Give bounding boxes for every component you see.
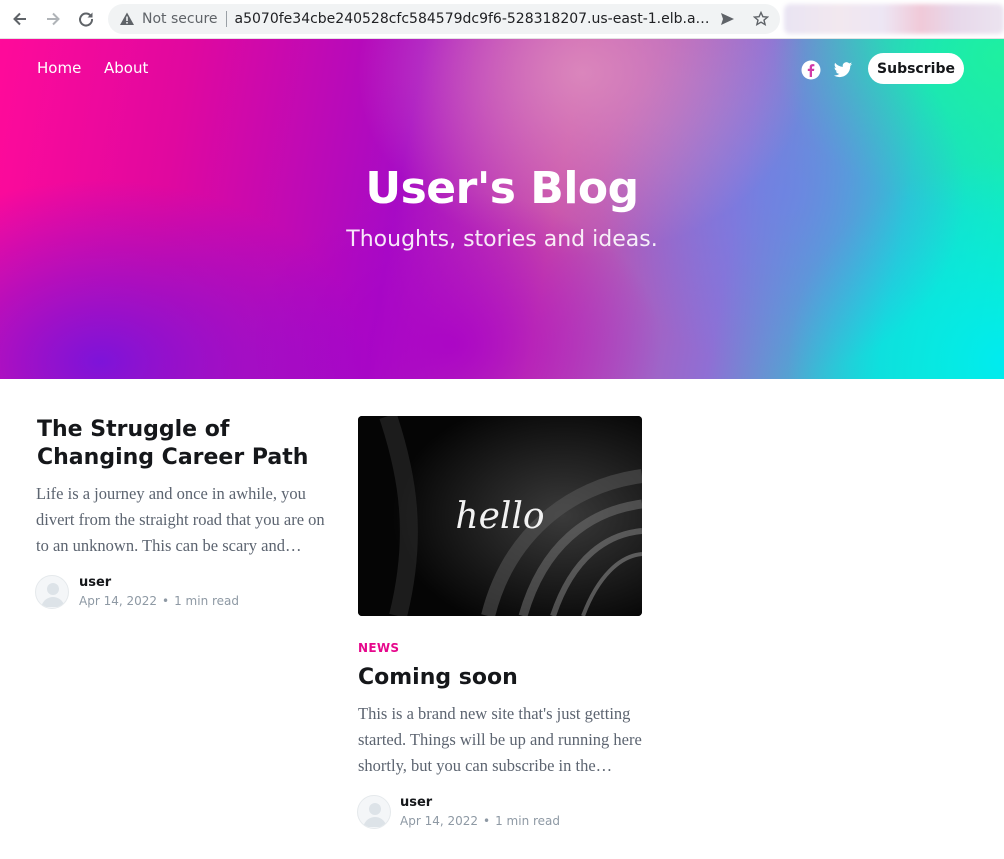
warning-icon [118, 10, 136, 28]
nav-home-link[interactable]: Home [37, 59, 81, 77]
post-date: Apr 14, 2022 [400, 814, 479, 828]
site-header: Home About Subscribe User's Blog Thought… [0, 39, 1004, 379]
reload-icon [79, 12, 94, 27]
post-excerpt: Life is a journey and once in awhile, yo… [36, 481, 336, 559]
address-bar[interactable]: Not secure a5070fe34cbe240528cfc584579dc… [108, 4, 780, 34]
post-title-line: The Struggle of [37, 417, 230, 442]
excerpt-line: to an unknown. This can be scary and… [36, 536, 302, 555]
send-icon[interactable] [718, 10, 736, 28]
subscribe-button[interactable]: Subscribe [868, 53, 964, 84]
avatar[interactable] [35, 575, 69, 609]
security-label[interactable]: Not secure [142, 11, 218, 27]
arrow-left-icon [13, 12, 26, 26]
user-icon [41, 583, 65, 607]
facebook-icon[interactable] [801, 60, 821, 80]
reading-time: 1 min read [495, 814, 561, 828]
feature-image-text: hello [455, 496, 544, 537]
browser-toolbar: Not secure a5070fe34cbe240528cfc584579dc… [0, 0, 1004, 39]
avatar[interactable] [357, 795, 391, 829]
url-text[interactable]: a5070fe34cbe240528cfc584579dc9f6-5283182… [235, 11, 711, 27]
post-title[interactable]: Coming soon [358, 664, 518, 692]
site-description: Thoughts, stories and ideas. [346, 227, 658, 252]
meta-separator: • [162, 594, 170, 608]
excerpt-line: This is a brand new site that's just get… [358, 704, 631, 723]
excerpt-line: Life is a journey and once in awhile, yo… [36, 484, 306, 503]
post-tag[interactable]: NEWS [358, 641, 399, 655]
arrow-right-icon [47, 12, 60, 26]
author-name[interactable]: user [79, 575, 111, 590]
post-excerpt: This is a brand new site that's just get… [358, 701, 658, 779]
meta-separator: • [483, 814, 491, 828]
excerpt-line: started. Things will be up and running h… [358, 730, 642, 749]
excerpt-line: divert from the straight road that you a… [36, 510, 325, 529]
author-name[interactable]: user [400, 795, 432, 810]
forward-button[interactable] [42, 8, 64, 30]
post-date: Apr 14, 2022 [79, 594, 158, 608]
user-icon [363, 803, 387, 827]
post-meta: Apr 14, 2022 • 1 min read [400, 814, 560, 828]
twitter-icon[interactable] [833, 60, 853, 80]
nav-about-link[interactable]: About [104, 59, 148, 77]
reading-time: 1 min read [174, 594, 240, 608]
address-separator [225, 11, 227, 27]
excerpt-line: shortly, but you can subscribe in the… [358, 756, 613, 775]
extensions-area [784, 4, 1004, 34]
post-meta: Apr 14, 2022 • 1 min read [79, 594, 239, 608]
post-title-line: Changing Career Path [37, 445, 309, 470]
star-icon[interactable] [752, 10, 770, 28]
site-title: User's Blog [365, 163, 639, 214]
feature-image-art: hello [358, 416, 642, 616]
post-feature-image[interactable]: hello [358, 416, 642, 616]
reload-button[interactable] [75, 8, 97, 30]
post-title[interactable]: The Struggle of Changing Career Path [37, 416, 308, 472]
back-button[interactable] [9, 8, 31, 30]
